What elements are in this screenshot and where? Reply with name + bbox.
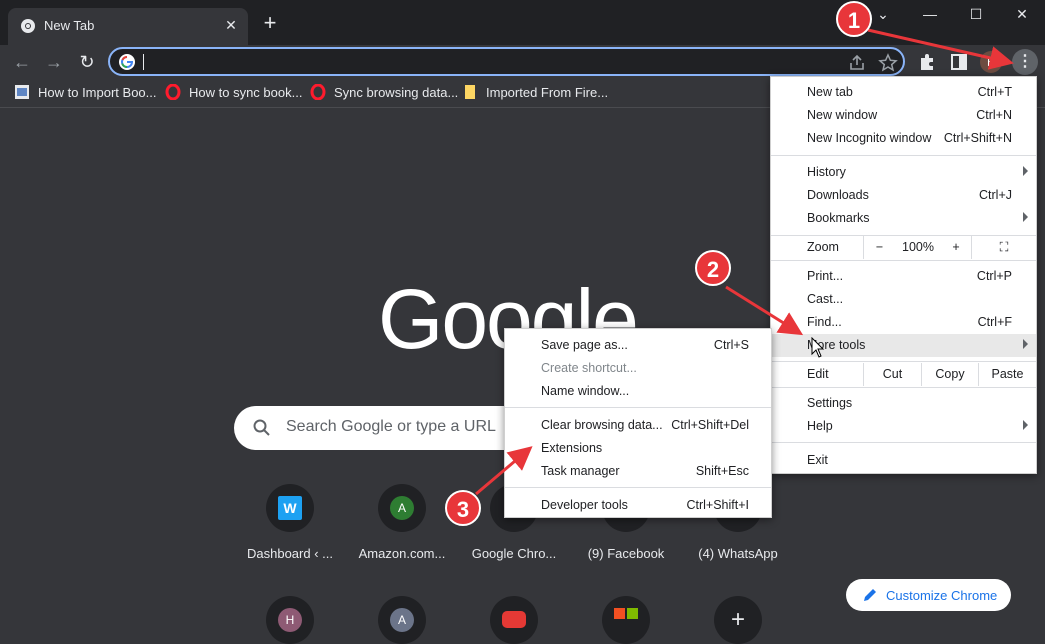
back-button[interactable]: ← <box>10 50 34 74</box>
annotation-badge-2: 2 <box>695 250 731 286</box>
zoom-out-button[interactable]: − <box>863 236 895 259</box>
menu-divider <box>505 487 771 488</box>
menu-item-history[interactable]: History <box>771 161 1036 184</box>
bookmark-folder[interactable]: Imported From Fire... <box>462 84 608 102</box>
shortcut-icon: W <box>266 484 314 532</box>
search-placeholder: Search Google or type a URL <box>286 418 496 435</box>
menu-divider <box>771 361 1036 362</box>
submenu-arrow-icon <box>1023 339 1028 349</box>
menu-item-help[interactable]: Help <box>771 415 1036 438</box>
menu-edit-row: Edit Cut Copy Paste <box>771 363 1036 386</box>
shortcut-tile[interactable] <box>570 596 682 644</box>
minimize-button[interactable]: — <box>915 6 945 22</box>
menu-divider <box>771 387 1036 388</box>
shortcut-icon: H <box>266 596 314 644</box>
new-tab-button[interactable]: + <box>258 12 282 34</box>
tab-search-icon[interactable]: ⌄ <box>868 6 898 23</box>
youtube-icon <box>490 596 538 644</box>
submenu-item-clear-data[interactable]: Clear browsing data... Ctrl+Shift+Del <box>505 414 771 437</box>
star-icon[interactable] <box>878 53 898 73</box>
address-bar[interactable] <box>108 47 905 76</box>
add-shortcut-button[interactable]: + <box>682 596 794 644</box>
profile-avatar[interactable]: B <box>980 51 1002 73</box>
shortcut-icon: A <box>378 596 426 644</box>
submenu-item-task-manager[interactable]: Task manager Shift+Esc <box>505 460 771 483</box>
maximize-button[interactable]: ☐ <box>961 6 991 23</box>
chrome-main-menu: New tab Ctrl+T New window Ctrl+N New Incog… <box>770 76 1037 474</box>
tab-strip: New Tab ✕ + ⌄ — ☐ ✕ <box>0 0 1045 45</box>
menu-divider <box>771 442 1036 443</box>
fullscreen-icon[interactable]: ⛶ <box>971 236 1036 259</box>
menu-item-print[interactable]: Print... Ctrl+P <box>771 265 1036 288</box>
reload-button[interactable]: ↻ <box>75 50 99 74</box>
page-icon <box>15 85 29 99</box>
menu-divider <box>771 155 1036 156</box>
zoom-in-button[interactable]: + <box>941 236 971 259</box>
submenu-arrow-icon <box>1023 166 1028 176</box>
annotation-badge-3: 3 <box>445 490 481 526</box>
submenu-item-save-page[interactable]: Save page as... Ctrl+S <box>505 334 771 357</box>
submenu-arrow-icon <box>1023 212 1028 222</box>
shortcut-tile[interactable]: W Dashboard ‹ ... <box>234 484 346 561</box>
menu-item-cast[interactable]: Cast... <box>771 288 1036 311</box>
customize-chrome-button[interactable]: Customize Chrome <box>846 579 1011 611</box>
tab-close-icon[interactable]: ✕ <box>222 16 240 34</box>
tab-new-tab[interactable]: New Tab ✕ <box>8 8 248 45</box>
more-tools-submenu: Save page as... Ctrl+S Create shortcut...… <box>504 328 772 518</box>
submenu-item-extensions[interactable]: Extensions <box>505 437 771 460</box>
chrome-menu-button[interactable]: ⋮ <box>1012 49 1038 75</box>
shortcut-tile[interactable] <box>458 596 570 644</box>
opera-icon <box>310 84 326 100</box>
opera-icon <box>165 84 181 100</box>
shortcut-tile[interactable]: A <box>346 596 458 644</box>
menu-item-bookmarks[interactable]: Bookmarks <box>771 207 1036 230</box>
chrome-icon <box>21 19 35 33</box>
bookmark-item[interactable]: Sync browsing data... <box>310 84 458 102</box>
shortcut-tile[interactable]: H <box>234 596 346 644</box>
menu-divider <box>505 407 771 408</box>
annotation-badge-1: 1 <box>836 1 872 37</box>
folder-icon <box>465 85 475 99</box>
menu-item-new-tab[interactable]: New tab Ctrl+T <box>771 81 1036 104</box>
search-icon <box>253 419 270 436</box>
side-panel-icon[interactable] <box>947 50 971 74</box>
shortcut-icon: A <box>378 484 426 532</box>
menu-item-new-window[interactable]: New window Ctrl+N <box>771 104 1036 127</box>
menu-item-new-incognito[interactable]: New Incognito window Ctrl+Shift+N <box>771 127 1036 150</box>
menu-divider <box>771 260 1036 261</box>
submenu-item-developer-tools[interactable]: Developer tools Ctrl+Shift+I <box>505 494 771 517</box>
google-icon <box>119 54 135 70</box>
cut-button[interactable]: Cut <box>863 363 921 386</box>
toolbar: ← → ↻ B ⋮ <box>0 45 1045 78</box>
tab-title: New Tab <box>44 18 95 33</box>
pencil-icon <box>864 589 876 601</box>
copy-button[interactable]: Copy <box>921 363 978 386</box>
paste-button[interactable]: Paste <box>978 363 1036 386</box>
submenu-item-name-window[interactable]: Name window... <box>505 380 771 403</box>
mouse-cursor-icon <box>811 337 825 358</box>
share-icon[interactable] <box>847 53 867 73</box>
bookmark-item[interactable]: How to sync book... <box>165 84 302 102</box>
menu-item-find[interactable]: Find... Ctrl+F <box>771 311 1036 334</box>
text-caret <box>143 54 144 70</box>
menu-item-downloads[interactable]: Downloads Ctrl+J <box>771 184 1036 207</box>
zoom-level: 100% <box>902 240 934 254</box>
plus-icon: + <box>714 596 762 644</box>
shortcut-tile[interactable]: A Amazon.com... <box>346 484 458 561</box>
extensions-icon[interactable] <box>915 50 939 74</box>
menu-item-exit[interactable]: Exit <box>771 449 1036 472</box>
submenu-item-create-shortcut[interactable]: Create shortcut... <box>505 357 771 380</box>
menu-zoom-row: Zoom − 100% + ⛶ <box>771 236 1036 259</box>
forward-button[interactable]: → <box>42 50 66 74</box>
menu-item-settings[interactable]: Settings <box>771 392 1036 415</box>
microsoft-icon <box>602 596 650 644</box>
close-window-button[interactable]: ✕ <box>1007 6 1037 23</box>
submenu-arrow-icon <box>1023 420 1028 430</box>
bookmark-item[interactable]: How to Import Boo... <box>14 84 157 102</box>
